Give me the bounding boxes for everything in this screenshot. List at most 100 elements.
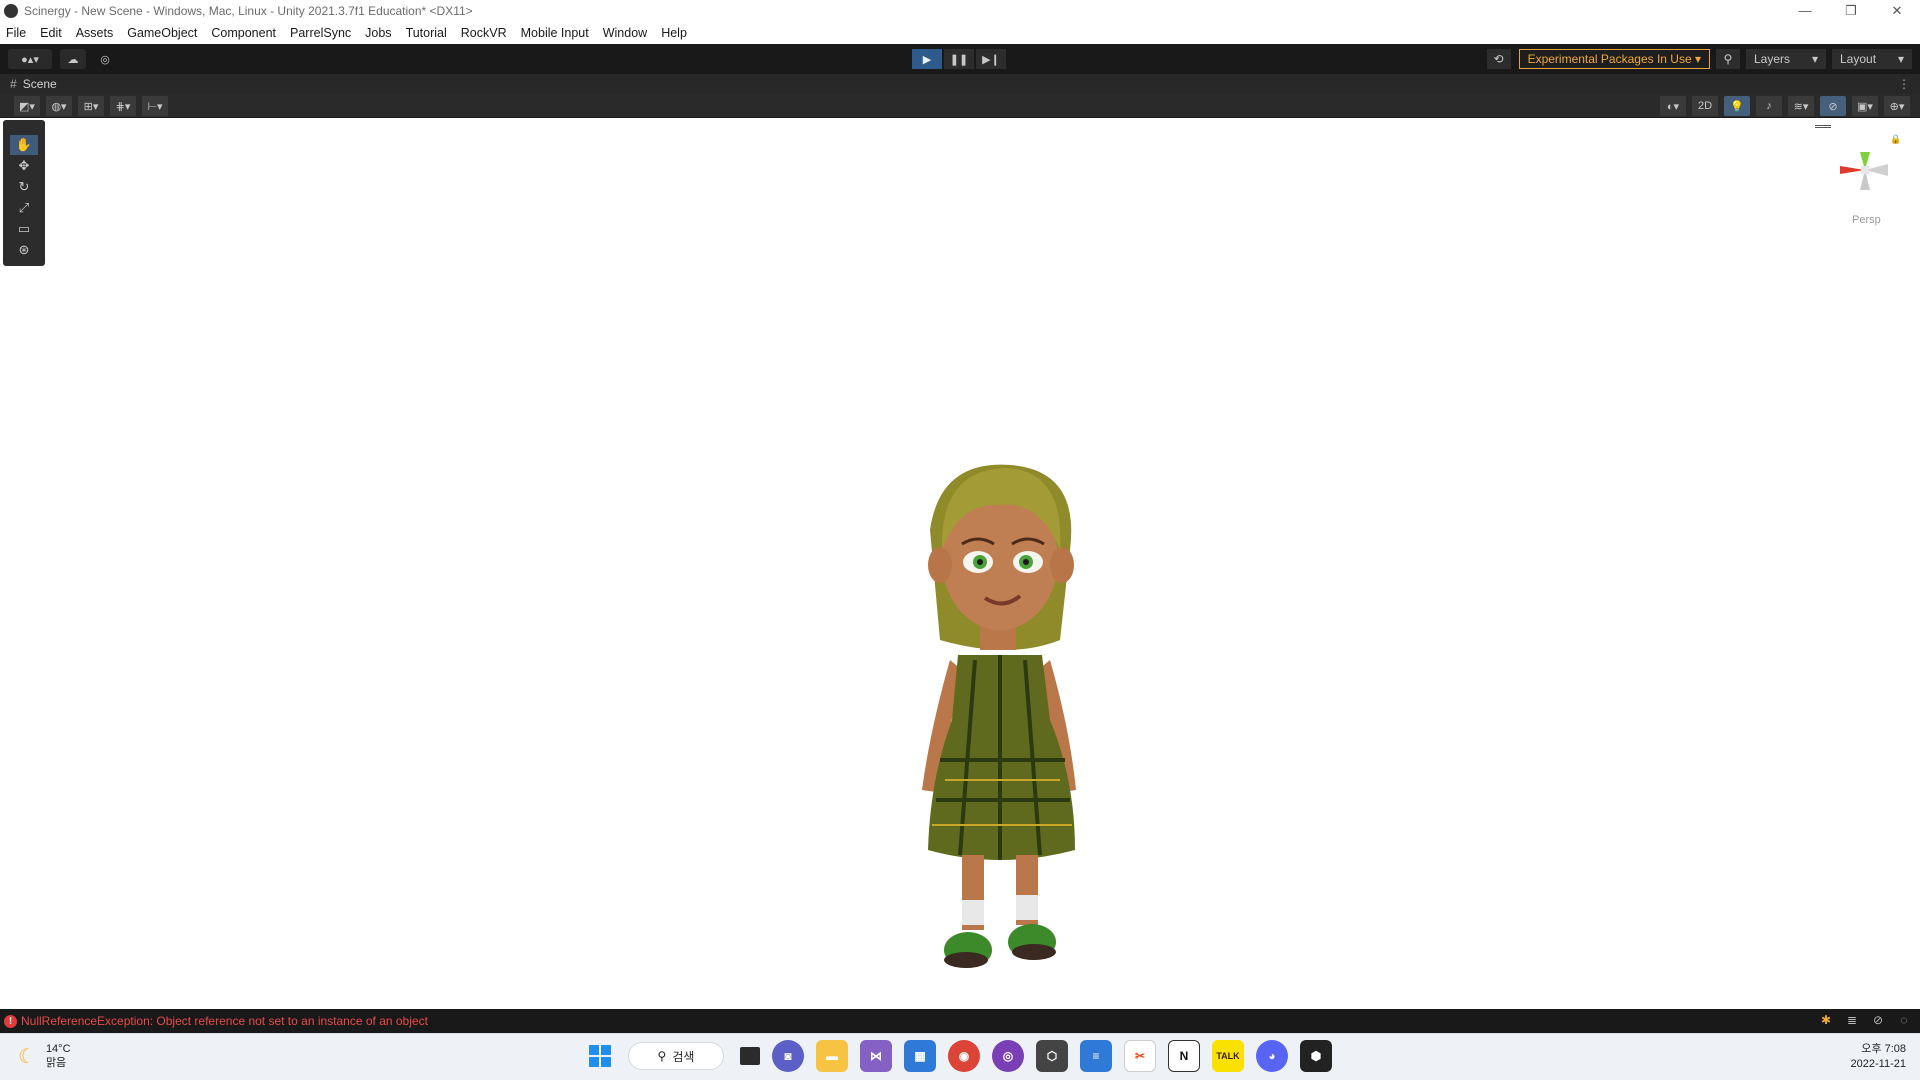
rect-tool-button[interactable]: ▭ (10, 219, 38, 239)
chrome-icon[interactable]: ◉ (948, 1040, 980, 1072)
layers-dropdown[interactable]: Layers ▾ (1746, 49, 1826, 69)
unity-hub-icon[interactable]: ⬡ (1036, 1040, 1068, 1072)
left-sock (962, 900, 984, 925)
left-sole (944, 952, 988, 968)
tab-scene[interactable]: Scene (23, 77, 57, 91)
teams-chat-icon[interactable]: ◙ (772, 1040, 804, 1072)
sphere-icon: ◐▾ (1666, 100, 1680, 113)
scale-tool-button[interactable]: ⤢ (10, 198, 38, 218)
file-explorer-icon[interactable]: ▬ (816, 1040, 848, 1072)
account-icon: ●▴▾ (21, 53, 39, 66)
eye-off-icon: ⊘ (1828, 100, 1838, 113)
menu-jobs[interactable]: Jobs (365, 26, 391, 40)
menu-gameobject[interactable]: GameObject (127, 26, 197, 40)
menu-tutorial[interactable]: Tutorial (406, 26, 447, 40)
move-tool-button[interactable]: ✥ (10, 156, 38, 176)
effects-toggle[interactable]: ≋▾ (1788, 96, 1814, 116)
gizmo-center[interactable] (1861, 166, 1869, 174)
layout-dropdown[interactable]: Layout ▾ (1832, 49, 1912, 69)
hand-tool-button[interactable]: ✋ (10, 135, 38, 155)
grid-icon: # (10, 77, 17, 91)
kakaotalk-icon[interactable]: TALK (1212, 1040, 1244, 1072)
menu-mobile-input[interactable]: Mobile Input (521, 26, 589, 40)
menu-component[interactable]: Component (211, 26, 276, 40)
step-button[interactable]: ▶❙ (976, 49, 1006, 69)
task-view-icon[interactable] (740, 1047, 760, 1065)
mode-2d-button[interactable]: 2D (1692, 96, 1718, 116)
menu-help[interactable]: Help (661, 26, 687, 40)
restore-button[interactable]: ❐ (1828, 0, 1874, 22)
orientation-gizmo[interactable]: 🔒 (1830, 130, 1900, 210)
scene-visibility-toggle[interactable]: ⊘ (1820, 96, 1846, 116)
menu-window[interactable]: Window (603, 26, 647, 40)
shading-mode-button[interactable]: ◐▾ (1660, 96, 1686, 116)
audio-icon: ♪ (1766, 100, 1772, 112)
start-button[interactable] (584, 1040, 616, 1072)
lock-icon[interactable]: 🔒 (1890, 134, 1900, 145)
grid-visibility-button[interactable]: ⋕▾ (110, 96, 136, 116)
audio-toggle[interactable]: ♪ (1756, 96, 1782, 116)
stack-icon[interactable]: ≣ (1842, 1013, 1862, 1029)
snipping-tool-icon[interactable]: ✂ (1124, 1040, 1156, 1072)
menu-edit[interactable]: Edit (40, 26, 62, 40)
lighting-toggle[interactable]: 💡 (1724, 96, 1750, 116)
menu-assets[interactable]: Assets (76, 26, 114, 40)
close-button[interactable]: ✕ (1874, 0, 1920, 22)
draw-mode-button[interactable]: ◩▾ (14, 96, 40, 116)
cloud-button[interactable]: ☁ (60, 49, 86, 69)
gizmos-icon: ⊕▾ (1889, 100, 1905, 113)
play-icon: ▶ (922, 53, 932, 66)
menu-rockvr[interactable]: RockVR (461, 26, 507, 40)
character-model (922, 464, 1076, 968)
pause-button[interactable]: ❚❚ (944, 49, 974, 69)
experimental-packages-button[interactable]: Experimental Packages In Use ▾ (1518, 49, 1710, 69)
layout-label: Layout (1840, 52, 1877, 66)
snap-increment-button[interactable]: ⊢▾ (142, 96, 168, 116)
menu-parrelsync[interactable]: ParrelSync (290, 26, 351, 40)
more-options-icon[interactable]: ⋮ (1898, 77, 1910, 91)
weather-temperature: 14°C (45, 1043, 71, 1055)
collab-button[interactable]: ◎ (94, 49, 116, 69)
window-title: Scinergy - New Scene - Windows, Mac, Lin… (24, 4, 473, 18)
global-local-button[interactable]: ◍▾ (46, 96, 72, 116)
notion-icon[interactable]: N (1168, 1040, 1200, 1072)
moon-icon: ☾ (18, 1045, 36, 1068)
search-label: 검색 (672, 1049, 695, 1064)
history-button[interactable]: ⟲ (1486, 49, 1511, 69)
gizmos-button[interactable]: ⊕▾ (1884, 96, 1910, 116)
windows-taskbar: ☾ 14°C 맑음 ⚲ 검색 ◙ ▬ ⋈ ▦ ◉ ◎ ⬡ ≡ ✂ N TALK … (0, 1033, 1920, 1080)
console-status-bar[interactable]: ! NullReferenceException: Object referen… (0, 1009, 1920, 1033)
account-button[interactable]: ●▴▾ (8, 49, 52, 69)
chevron-down-icon: ▾ (1897, 52, 1904, 66)
left-ear (928, 547, 952, 583)
menu-file[interactable]: File (6, 26, 26, 40)
rotate-icon: ↻ (18, 179, 30, 194)
discord-icon[interactable]: ◕ (1256, 1040, 1288, 1072)
bug-icon[interactable]: ✱ (1816, 1013, 1836, 1029)
minimize-button[interactable]: — (1782, 0, 1828, 22)
console-error-message[interactable]: NullReferenceException: Object reference… (21, 1014, 428, 1028)
taskbar-search[interactable]: ⚲ 검색 (628, 1042, 724, 1070)
playback-controls: ▶ ❚❚ ▶❙ (912, 49, 1008, 69)
github-desktop-icon[interactable]: ◎ (992, 1040, 1024, 1072)
unity-editor-icon[interactable]: ⬢ (1300, 1040, 1332, 1072)
transform-tool-button[interactable]: ⊛ (10, 240, 38, 260)
play-button[interactable]: ▶ (912, 49, 942, 69)
check-circle-icon[interactable]: ◌ (1894, 1013, 1914, 1029)
search-button[interactable]: ⚲ (1716, 49, 1740, 69)
layers-label: Layers (1754, 52, 1791, 66)
persp-label[interactable]: Persp (1852, 214, 1881, 226)
notepad-icon[interactable]: ≡ (1080, 1040, 1112, 1072)
rotate-tool-button[interactable]: ↻ (10, 177, 38, 197)
debug-off-icon[interactable]: ⊘ (1868, 1013, 1888, 1029)
gizmo-menu-icon[interactable] (1815, 125, 1831, 128)
weather-widget[interactable]: ☾ 14°C 맑음 (18, 1042, 71, 1070)
scene-toolbar-right: ◐▾ 2D 💡 ♪ ≋▾ ⊘ ▣▾ ⊕▾ (1660, 96, 1916, 116)
visual-studio-icon[interactable]: ⋈ (860, 1040, 892, 1072)
grid-snap-button[interactable]: ⊞▾ (78, 96, 104, 116)
scale-icon: ⤢ (18, 200, 30, 215)
system-clock[interactable]: 오후 7:08 2022-11-21 (1851, 1042, 1906, 1072)
camera-settings-button[interactable]: ▣▾ (1852, 96, 1878, 116)
grid-icon: ⋕▾ (115, 100, 131, 113)
microsoft-store-icon[interactable]: ▦ (904, 1040, 936, 1072)
